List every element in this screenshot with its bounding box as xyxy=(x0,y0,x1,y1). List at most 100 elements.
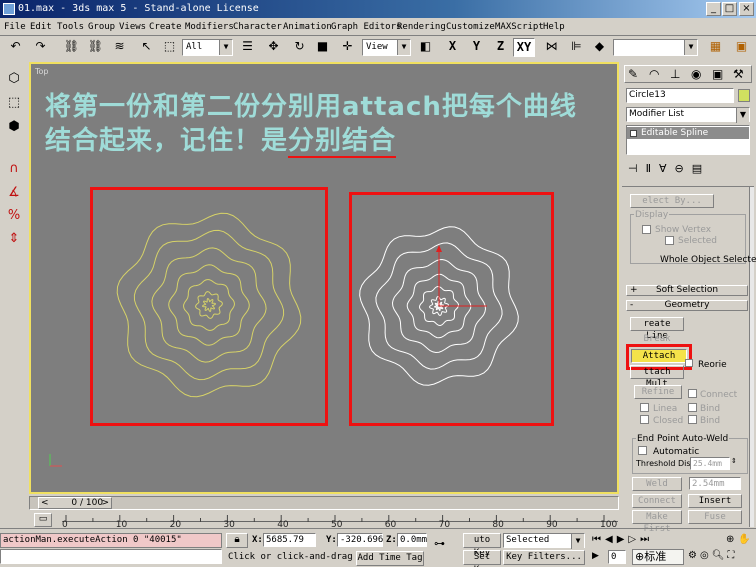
selected-only-checkbox[interactable] xyxy=(665,236,674,245)
key-mode-dropdown[interactable]: Selected ▼ xyxy=(503,533,585,549)
time-config-icon[interactable]: ⚙ xyxy=(688,550,700,561)
select-and-move-icon[interactable]: ✥ xyxy=(264,38,283,57)
show-end-result-icon[interactable]: Ⅱ xyxy=(646,162,659,175)
unlink-icon[interactable]: ⛓ xyxy=(86,38,105,57)
insert-button[interactable]: Insert xyxy=(688,494,742,508)
key-icon[interactable]: ⊶ xyxy=(434,537,445,550)
zoom-icon[interactable]: 🔍︎ xyxy=(712,550,728,561)
material-editor-icon[interactable]: ▦ xyxy=(706,38,725,57)
stack-item-editable-spline[interactable]: Editable Spline xyxy=(627,127,749,139)
select-and-rotate-icon[interactable]: ↻ xyxy=(290,38,309,57)
yellow-spline-ring[interactable] xyxy=(116,212,302,398)
maximize-button[interactable]: □ xyxy=(722,2,737,16)
attach-mult-button[interactable]: ttach Mult xyxy=(630,365,684,389)
menu-character[interactable]: Character xyxy=(233,18,282,36)
close-button[interactable]: × xyxy=(739,2,754,16)
previous-frame-icon[interactable]: ◀ xyxy=(605,534,617,545)
make-unique-icon[interactable]: ∀ xyxy=(659,162,675,175)
panel-scrollbar[interactable] xyxy=(749,187,754,527)
select-by-name-icon[interactable]: ☰ xyxy=(238,38,257,57)
menu-maxscript[interactable]: MAXScript xyxy=(495,18,544,36)
display-tab-icon[interactable]: ▣ xyxy=(712,67,723,81)
soft-selection-rollout[interactable]: + Soft Selection xyxy=(626,285,748,296)
select-by-button[interactable]: elect By... xyxy=(630,194,714,208)
maximize-viewport-icon[interactable]: ⛶ xyxy=(727,550,737,561)
bind-space-warp-icon[interactable]: ≋ xyxy=(110,38,129,57)
make-first-button[interactable]: Make First xyxy=(632,510,682,534)
modify-tab-icon[interactable]: ◠ xyxy=(649,67,659,81)
bind-first-checkbox[interactable] xyxy=(688,403,697,412)
yellow-spline-ring[interactable] xyxy=(183,279,235,331)
time-slider-thumb[interactable]: < 0 / 100 > xyxy=(38,497,112,509)
motion-tab-icon[interactable]: ◉ xyxy=(691,67,701,81)
closed-checkbox[interactable] xyxy=(640,415,649,424)
restrict-z-button[interactable]: Z xyxy=(491,38,510,57)
linear-checkbox[interactable] xyxy=(640,403,649,412)
reorient-checkbox[interactable] xyxy=(685,359,693,367)
select-region-icon[interactable]: ⬚ xyxy=(160,38,179,57)
fuse-button[interactable]: Fuse xyxy=(688,510,742,524)
named-selection-dropdown[interactable]: ▼ xyxy=(613,39,698,56)
ime-toolbar[interactable]: ⊕标准 xyxy=(632,549,684,565)
modifier-list-dropdown[interactable]: Modifier List ▼ xyxy=(626,107,750,123)
x-coord-field[interactable]: 5685.79 xyxy=(263,533,316,547)
select-manipulate-icon[interactable]: ✛ xyxy=(338,38,357,57)
play-icon[interactable]: ▶ xyxy=(617,534,629,545)
configure-sets-icon[interactable]: ▤ xyxy=(692,162,710,175)
maxscript-listener[interactable]: actionMan.executeAction 0 "40015" xyxy=(0,533,222,548)
ime-punct-icon[interactable]: ◎ xyxy=(700,550,712,561)
weld-button[interactable]: Weld xyxy=(632,477,682,491)
auto-key-button[interactable]: uto Key xyxy=(463,533,501,558)
restrict-y-button[interactable]: Y xyxy=(467,38,486,57)
menu-create[interactable]: Create xyxy=(149,18,182,36)
menu-rendering[interactable]: Rendering xyxy=(397,18,446,36)
pan-icon[interactable]: ✋ xyxy=(738,534,754,545)
shape-icon[interactable]: ⬢ xyxy=(4,118,24,138)
object-color-swatch[interactable] xyxy=(738,89,750,102)
go-to-end-icon[interactable]: ⏭ xyxy=(640,534,653,545)
utilities-tab-icon[interactable]: ⚒ xyxy=(733,67,744,81)
key-filters-button[interactable]: Key Filters... xyxy=(503,550,585,565)
yellow-spline-ring[interactable] xyxy=(202,298,216,312)
render-scene-icon[interactable]: ▣ xyxy=(732,38,751,57)
yellow-spline-ring[interactable] xyxy=(168,264,250,346)
object-name-field[interactable]: Circle13 xyxy=(626,88,734,103)
zoom-all-icon[interactable]: ⊕ xyxy=(726,534,738,545)
remove-modifier-icon[interactable]: ⊖ xyxy=(675,162,692,175)
key-mode-toggle-icon[interactable]: ▶ xyxy=(592,551,599,561)
pin-stack-icon[interactable]: ⊣ xyxy=(628,162,646,175)
threshold-spinner[interactable]: 25.4mm xyxy=(690,457,730,470)
menu-file[interactable]: File xyxy=(4,18,26,36)
menu-animation[interactable]: Animation xyxy=(283,18,332,36)
menu-group[interactable]: Group xyxy=(88,18,115,36)
menu-views[interactable]: Views xyxy=(119,18,146,36)
bind-last-checkbox[interactable] xyxy=(688,415,697,424)
menu-edit[interactable]: Edit xyxy=(30,18,52,36)
spinner-snap-icon[interactable]: ⇕ xyxy=(4,230,24,250)
add-time-tag-button[interactable]: Add Time Tag xyxy=(356,551,424,566)
menu-customize[interactable]: Customize xyxy=(446,18,495,36)
geometry-rollout[interactable]: - Geometry xyxy=(626,300,748,311)
select-and-link-icon[interactable]: ⛓ xyxy=(62,38,81,57)
spinner-arrows-icon[interactable]: ⇕ xyxy=(731,457,737,465)
attach-button[interactable]: Attach xyxy=(631,349,687,363)
next-frame-icon[interactable]: ▷ xyxy=(628,534,640,545)
time-slider-track[interactable]: < 0 / 100 > xyxy=(29,496,619,510)
angle-snap-icon[interactable]: ∡ xyxy=(4,184,24,204)
go-to-start-icon[interactable]: ⏮ xyxy=(592,534,605,545)
create-box-icon[interactable]: ⬡ xyxy=(4,70,24,90)
align-icon[interactable]: ⊫ xyxy=(567,38,586,57)
undo-icon[interactable]: ↶ xyxy=(6,38,25,57)
weld-threshold-spinner[interactable]: 2.54mm xyxy=(689,477,741,490)
y-coord-field[interactable]: -320.696 xyxy=(337,533,383,547)
restrict-xy-button[interactable]: XY xyxy=(513,38,535,57)
current-frame-field[interactable]: 0 xyxy=(608,550,626,564)
connect-checkbox[interactable] xyxy=(688,389,697,398)
named-selection-icon[interactable]: ◆ xyxy=(590,38,609,57)
redo-icon[interactable]: ↷ xyxy=(31,38,50,57)
menu-graph-editors[interactable]: Graph Editors xyxy=(331,18,401,36)
create-tab-icon[interactable]: ✎ xyxy=(628,67,638,81)
connect-button[interactable]: Connect xyxy=(632,494,682,508)
maxscript-input[interactable] xyxy=(0,549,222,564)
expand-icon[interactable] xyxy=(630,130,637,137)
